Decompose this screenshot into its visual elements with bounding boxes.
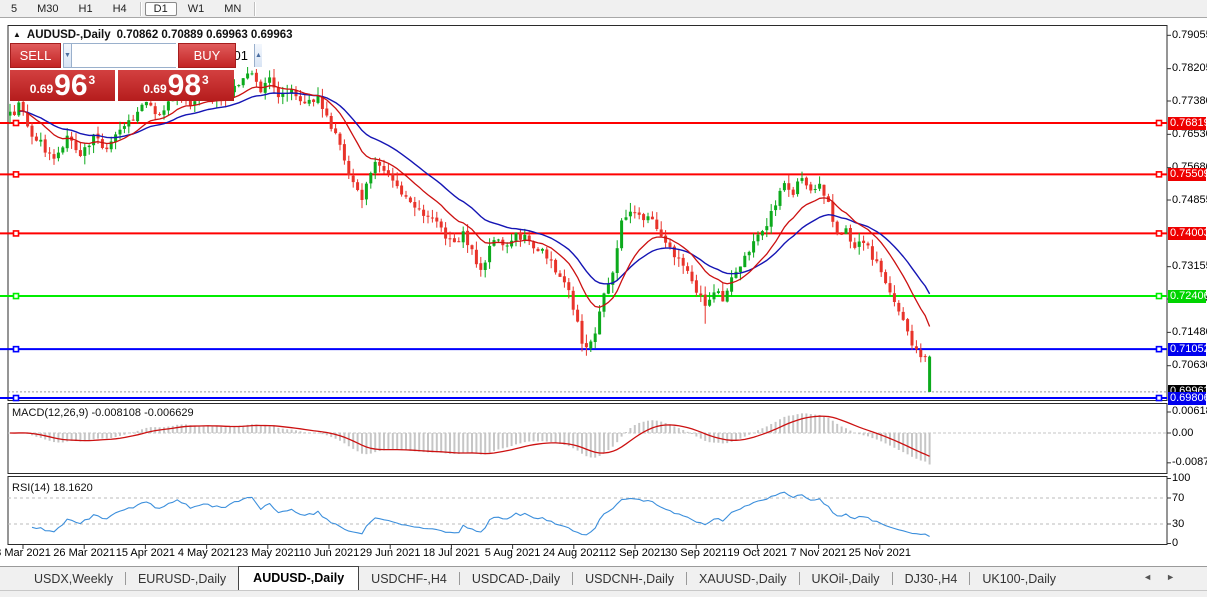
- ohlc-values: 0.70862 0.70889 0.69963 0.69963: [117, 29, 293, 41]
- ask-pipette: 3: [202, 73, 209, 87]
- volume-decrease-icon[interactable]: ▼: [64, 44, 72, 67]
- ask-prefix: 0.69: [143, 82, 166, 96]
- macd-axis-label: 0.00: [1172, 427, 1206, 439]
- price-axis-label: 0.76530: [1172, 128, 1206, 140]
- ask-big-digits: 98: [168, 72, 201, 100]
- rsi-axis-label: 70: [1172, 492, 1206, 504]
- ask-price-display[interactable]: 0.69 98 3: [118, 70, 234, 101]
- tab-usdcad-daily[interactable]: USDCAD-,Daily: [460, 569, 572, 590]
- one-click-trading-panel: SELL ▼ ▲ BUY 0.69 96 3 0.69 98 3: [10, 43, 236, 100]
- chart-tab-bar: USDX,WeeklyEURUSD-,DailyAUDUSD-,DailyUSD…: [0, 566, 1207, 590]
- level-price-tag: 0.69806: [1168, 392, 1206, 405]
- level-price-tag: 0.75509: [1168, 168, 1206, 181]
- tab-scroll-nav: ◄►: [1143, 572, 1189, 582]
- tab-usdchf-h4[interactable]: USDCHF-,H4: [359, 569, 459, 590]
- level-price-tag: 0.72406: [1168, 290, 1206, 303]
- volume-stepper: ▼ ▲: [63, 43, 176, 68]
- macd-indicator-label: MACD(12,26,9) -0.008108 -0.006629: [12, 407, 194, 419]
- application-window: 5M30H1H4D1W1MN ▲ AUDUSD-,Daily 0.70862 0…: [0, 0, 1207, 597]
- macd-axis-label: 0.006181: [1172, 405, 1206, 417]
- price-axis-label: 0.71480: [1172, 326, 1206, 338]
- level-price-tag: 0.71052: [1168, 343, 1206, 356]
- tab-scroll-right-icon[interactable]: ►: [1166, 572, 1189, 582]
- price-axis-label: 0.74855: [1172, 194, 1206, 206]
- price-axis-label: 0.70630: [1172, 359, 1206, 371]
- bid-big-digits: 96: [54, 72, 87, 100]
- rsi-axis-label: 0: [1172, 537, 1206, 549]
- macd-axis-label: -0.00878: [1172, 456, 1206, 468]
- price-axis-label: 0.73155: [1172, 260, 1206, 272]
- bid-pipette: 3: [89, 73, 96, 87]
- rsi-axis-label: 100: [1172, 472, 1206, 484]
- tab-uk100-daily[interactable]: UK100-,Daily: [970, 569, 1068, 590]
- price-axis-label: 0.79055: [1172, 29, 1206, 41]
- symbol-period-label: AUDUSD-,Daily: [27, 29, 111, 41]
- tab-xauusd-daily[interactable]: XAUUSD-,Daily: [687, 569, 799, 590]
- bid-prefix: 0.69: [30, 82, 53, 96]
- tab-ukoil-daily[interactable]: UKOil-,Daily: [800, 569, 892, 590]
- volume-increase-icon[interactable]: ▲: [254, 44, 262, 67]
- chart-window: ▲ AUDUSD-,Daily 0.70862 0.70889 0.69963 …: [0, 21, 1207, 565]
- price-axis-label: 0.77380: [1172, 95, 1206, 107]
- tab-audusd-daily[interactable]: AUDUSD-,Daily: [238, 566, 359, 590]
- tab-usdcnh-daily[interactable]: USDCNH-,Daily: [573, 569, 686, 590]
- collapse-panel-icon[interactable]: ▲: [13, 30, 21, 39]
- status-strip: [0, 590, 1207, 597]
- tab-dj30-h4[interactable]: DJ30-,H4: [893, 569, 970, 590]
- buy-button[interactable]: BUY: [178, 43, 236, 68]
- tab-scroll-left-icon[interactable]: ◄: [1143, 572, 1166, 582]
- tab-usdx-weekly[interactable]: USDX,Weekly: [22, 569, 125, 590]
- price-axis-label: 0.78205: [1172, 62, 1206, 74]
- level-price-tag: 0.76819: [1168, 117, 1206, 130]
- date-axis-label: 25 Nov 2021: [838, 547, 922, 559]
- rsi-axis-label: 30: [1172, 518, 1206, 530]
- rsi-indicator-label: RSI(14) 18.1620: [12, 482, 93, 494]
- chart-title: ▲ AUDUSD-,Daily 0.70862 0.70889 0.69963 …: [13, 29, 293, 41]
- tab-eurusd-daily[interactable]: EURUSD-,Daily: [126, 569, 238, 590]
- bid-price-display[interactable]: 0.69 96 3: [10, 70, 115, 101]
- level-price-tag: 0.74003: [1168, 227, 1206, 240]
- sell-button[interactable]: SELL: [10, 43, 61, 68]
